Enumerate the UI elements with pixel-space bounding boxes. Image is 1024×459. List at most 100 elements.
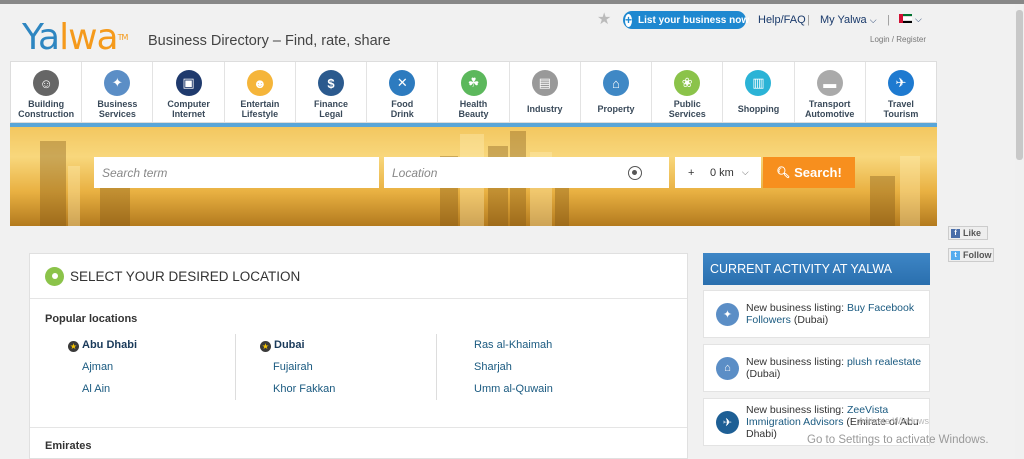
factory-icon: ▤ — [531, 70, 558, 96]
category-label-line2: Tourism — [883, 109, 919, 119]
separator: | — [887, 14, 890, 26]
language-chevron-down-icon[interactable]: ⌵ — [915, 14, 922, 25]
location-label: Abu Dhabi — [82, 339, 137, 351]
search-button-label: Search! — [794, 165, 842, 180]
category-label: Travel Tourism — [884, 99, 919, 119]
category-shopping[interactable]: ▥ Shopping — [723, 62, 795, 122]
location-link-khor-fakkan[interactable]: Khor Fakkan — [273, 383, 335, 395]
category-property[interactable]: ⌂ Property — [581, 62, 653, 122]
plus-icon: + — [688, 166, 695, 179]
location-link-dubai[interactable]: ★ Dubai — [260, 339, 305, 352]
location-panel-title: SELECT YOUR DESIRED LOCATION — [70, 268, 301, 284]
location-link-umm-al-quwain[interactable]: Umm al-Quwain — [474, 383, 553, 395]
activity-item[interactable]: ⌂ New business listing: plush realestate… — [703, 344, 930, 392]
activity-link[interactable]: plush realestate — [847, 356, 921, 368]
cutlery-icon: ✕ — [389, 70, 416, 96]
handshake-icon: ✦ — [104, 70, 131, 96]
activity-suffix: (Dubai) — [746, 368, 781, 380]
chevron-down-icon: ⌵ — [741, 167, 749, 177]
uae-flag-icon[interactable] — [899, 14, 912, 23]
category-computer[interactable]: ▣ Computer Internet — [153, 62, 225, 122]
search-term-input[interactable]: Search term — [94, 157, 379, 188]
favorite-star-icon[interactable]: ★ — [597, 9, 611, 29]
category-health[interactable]: ☘ Health Beauty — [438, 62, 510, 122]
category-travel[interactable]: ✈ Travel Tourism — [866, 62, 936, 122]
location-link-ras-al-khaimah[interactable]: Ras al-Khaimah — [474, 339, 552, 351]
location-link-al-ain[interactable]: Al Ain — [82, 383, 110, 395]
category-label: Shopping — [738, 104, 780, 114]
category-label-line1: Business — [97, 99, 138, 109]
activity-text: New business listing: Buy Facebook Follo… — [746, 302, 929, 326]
windows-watermark-title: Activate Windows — [858, 416, 930, 426]
category-label: Business Services — [97, 99, 137, 119]
yalwa-logo[interactable]: YalwaTM — [22, 17, 128, 58]
help-faq-link[interactable]: Help/FAQ — [758, 14, 806, 26]
category-label: Food Drink — [391, 99, 414, 119]
location-input[interactable]: Location — [384, 157, 669, 188]
category-label-line1: Industry — [527, 104, 563, 114]
location-panel-header: SELECT YOUR DESIRED LOCATION — [30, 254, 687, 299]
windows-watermark: Go to Settings to activate Windows. — [807, 434, 989, 446]
facebook-icon: f — [951, 228, 960, 238]
category-label: Public Services — [669, 99, 706, 119]
activity-prefix: New business listing: — [746, 404, 845, 416]
category-business[interactable]: ✦ Business Services — [82, 62, 154, 122]
star-icon: ★ — [260, 341, 271, 352]
category-label-line2: Internet — [172, 109, 206, 119]
location-link-abu-dhabi[interactable]: ★ Abu Dhabi — [68, 339, 137, 352]
locate-me-icon[interactable] — [628, 166, 642, 180]
category-label-line1: Food — [391, 99, 414, 109]
activity-suffix: (Dubai) — [793, 314, 829, 326]
category-label-line1: Building — [28, 99, 65, 109]
category-transport[interactable]: ▬ Transport Automotive — [795, 62, 866, 122]
plus-icon: + — [625, 12, 633, 27]
location-label: Dubai — [274, 339, 305, 351]
category-label: Health Beauty — [459, 99, 489, 119]
star-icon: ★ — [68, 341, 79, 352]
category-label-line2: Services — [668, 109, 706, 119]
category-label: Industry — [527, 104, 563, 114]
browser-top-edge — [0, 0, 1024, 4]
page-scrollbar[interactable] — [1015, 4, 1024, 459]
category-label: Building Construction — [18, 99, 74, 119]
category-label-line1: Computer — [167, 99, 210, 109]
activity-item[interactable]: ✦ New business listing: Buy Facebook Fol… — [703, 290, 930, 338]
category-label-line2: Beauty — [458, 109, 489, 119]
handshake-icon: ✦ — [716, 302, 739, 326]
distance-select[interactable]: +0 km ⌵ — [675, 157, 761, 188]
truck-icon: ▬ — [816, 70, 843, 96]
category-entertain[interactable]: ☻ Entertain Lifestyle — [225, 62, 296, 122]
site-tagline: Business Directory – Find, rate, share — [148, 33, 391, 49]
category-industry[interactable]: ▤ Industry — [510, 62, 581, 122]
community-icon: ❀ — [674, 70, 701, 96]
twitter-follow-button[interactable]: t Follow — [948, 248, 994, 262]
logo-part-b: lwa — [59, 17, 119, 58]
category-label-line1: Public — [673, 99, 701, 109]
current-activity-header: CURRENT ACTIVITY AT YALWA — [703, 253, 930, 285]
list-business-button[interactable]: + List your business now — [623, 11, 750, 29]
scrollbar-thumb[interactable] — [1016, 10, 1023, 160]
location-link-ajman[interactable]: Ajman — [82, 361, 113, 373]
search-button[interactable]: 🔍︎ Search! — [763, 157, 855, 188]
category-public[interactable]: ❀ Public Services — [652, 62, 724, 122]
cart-icon: ▥ — [745, 70, 772, 96]
location-link-fujairah[interactable]: Fujairah — [273, 361, 313, 373]
list-business-label: List your business now — [638, 14, 750, 26]
emirates-heading: Emirates — [45, 440, 92, 452]
location-link-sharjah[interactable]: Sharjah — [474, 361, 512, 373]
category-finance[interactable]: $ Finance Legal — [296, 62, 368, 122]
category-label-line1: Travel — [887, 99, 914, 109]
category-label: Entertain Lifestyle — [240, 99, 279, 119]
facebook-like-button[interactable]: f Like — [948, 226, 988, 240]
location-panel: SELECT YOUR DESIRED LOCATION Popular loc… — [29, 253, 688, 459]
category-building[interactable]: ☺ Building Construction — [11, 62, 83, 122]
login-register-link[interactable]: Login / Register — [870, 35, 926, 44]
category-label: Finance Legal — [314, 99, 348, 119]
map-pin-icon — [45, 266, 64, 286]
category-food[interactable]: ✕ Food Drink — [367, 62, 439, 122]
column-divider — [235, 334, 236, 400]
my-yalwa-menu[interactable]: My Yalwa ⌵ — [820, 14, 877, 26]
monitor-icon: ▣ — [175, 70, 202, 96]
mask-icon: ☻ — [246, 70, 273, 96]
divider — [30, 427, 687, 428]
